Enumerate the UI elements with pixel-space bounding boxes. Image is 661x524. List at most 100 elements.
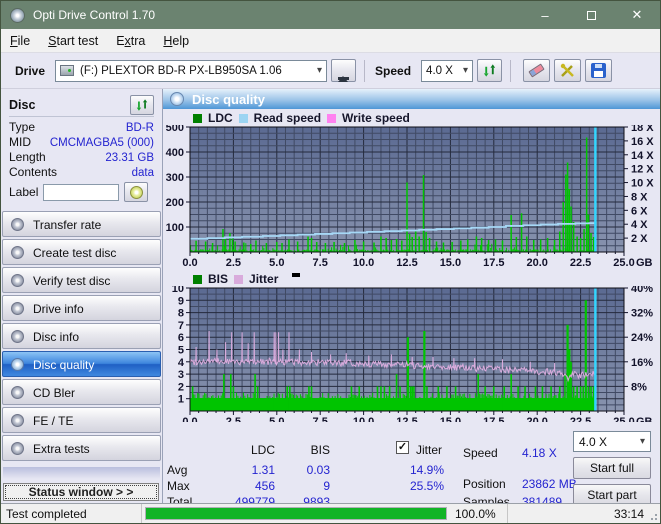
progress-percent: 100.0% <box>450 504 508 523</box>
svg-text:25.0: 25.0 <box>613 257 634 267</box>
legend-mark <box>292 273 301 277</box>
svg-text:12.5: 12.5 <box>396 257 417 267</box>
jitter-avg-value: 14.9% <box>409 463 444 477</box>
drive-select[interactable]: (F:) PLEXTOR BD-R PX-LB950SA 1.06 ▾ <box>55 59 328 82</box>
svg-text:20.0: 20.0 <box>526 257 547 267</box>
test-speed-select[interactable]: 4.0 X ▾ <box>573 431 651 452</box>
bis-max-value: 9 <box>323 479 330 493</box>
svg-text:14 X: 14 X <box>631 150 654 162</box>
svg-text:1: 1 <box>178 394 184 406</box>
svg-text:15.0: 15.0 <box>440 257 461 267</box>
read-speed-legend-label: Read speed <box>253 111 322 125</box>
label-field-caption: Label <box>9 185 39 199</box>
app-window: Opti Drive Control 1.70 – ✕ File Start t… <box>0 0 661 524</box>
svg-text:0.0: 0.0 <box>182 257 197 267</box>
svg-text:3: 3 <box>178 369 184 381</box>
label-input[interactable] <box>43 183 120 201</box>
svg-text:4: 4 <box>178 357 185 369</box>
drive-icon <box>60 65 75 76</box>
panel-title: Disc quality <box>192 91 265 107</box>
sidebar-item-drive-info[interactable]: Drive info <box>2 295 161 321</box>
titlebar: Opti Drive Control 1.70 – ✕ <box>1 1 660 29</box>
bis-avg-value: 0.03 <box>306 463 330 477</box>
test-speed-select-value: 4.0 X <box>579 434 608 449</box>
chevron-down-icon: ▾ <box>317 65 323 76</box>
svg-text:8: 8 <box>178 308 184 320</box>
disc-quality-icon <box>170 92 184 106</box>
jitter-checkbox[interactable]: ✓ <box>396 441 409 454</box>
refresh-disc-button[interactable] <box>130 94 154 115</box>
sidebar-item-extra-tests[interactable]: Extra tests <box>2 435 161 461</box>
sidebar-nav: Transfer rate Create test disc Verify te… <box>1 204 162 479</box>
chevron-down-icon: ▾ <box>639 436 645 447</box>
progress-bar <box>145 507 447 520</box>
erase-disc-button[interactable] <box>523 59 551 82</box>
svg-text:GB: GB <box>636 257 653 267</box>
sidebar-item-cd-bler[interactable]: CD Bler <box>2 379 161 405</box>
write-speed-legend-swatch <box>327 113 337 123</box>
disc-icon <box>11 274 24 287</box>
tools-icon <box>560 63 574 77</box>
toolbar: Drive (F:) PLEXTOR BD-R PX-LB950SA 1.06 … <box>1 53 660 89</box>
speed-select[interactable]: 4.0 X ▾ <box>421 59 474 82</box>
menu-extra[interactable]: Extra <box>107 30 154 52</box>
settings-button[interactable] <box>554 59 582 82</box>
sidebar-item-create-test-disc[interactable]: Create test disc <box>2 239 161 265</box>
stat-row-max-label: Max <box>167 479 190 493</box>
close-button[interactable]: ✕ <box>614 1 660 29</box>
disc-icon <box>11 442 24 455</box>
drive-select-value: (F:) PLEXTOR BD-R PX-LB950SA 1.06 <box>80 64 282 77</box>
resize-grip[interactable] <box>648 511 659 522</box>
svg-text:15.0: 15.0 <box>440 416 461 422</box>
svg-text:24%: 24% <box>631 332 653 344</box>
svg-text:6: 6 <box>178 332 184 344</box>
svg-text:0.0: 0.0 <box>182 416 197 422</box>
write-label-button[interactable] <box>124 182 149 202</box>
sidebar: Disc Type BD-R MID CMCMAGBA5 (000) Length 2… <box>1 89 162 503</box>
statusbar: Test completed 100.0% 33:14 <box>1 503 660 523</box>
sidebar-divider-band <box>3 467 160 479</box>
svg-text:40%: 40% <box>631 286 653 295</box>
svg-text:17.5: 17.5 <box>483 257 504 267</box>
disc-icon <box>129 185 143 199</box>
disc-icon <box>11 386 24 399</box>
disc-icon <box>11 414 24 427</box>
jitter-legend-swatch <box>234 274 244 284</box>
bis-column-header: BIS <box>310 443 330 457</box>
menu-start-test[interactable]: Start test <box>39 30 107 52</box>
svg-text:12 X: 12 X <box>631 164 654 176</box>
refresh-arrows-icon <box>483 64 496 77</box>
disc-icon <box>11 218 24 231</box>
menu-file[interactable]: File <box>1 30 39 52</box>
sidebar-item-disc-info[interactable]: Disc info <box>2 323 161 349</box>
maximize-button[interactable] <box>568 1 614 29</box>
save-button[interactable] <box>585 59 613 82</box>
sidebar-item-transfer-rate[interactable]: Transfer rate <box>2 211 161 237</box>
jitter-checkbox-label: Jitter <box>416 443 443 457</box>
svg-text:12.5: 12.5 <box>396 416 417 422</box>
speed-stat-label: Speed <box>463 446 498 460</box>
status-window-button[interactable]: Status window > > <box>3 483 159 501</box>
start-full-button[interactable]: Start full <box>573 457 651 479</box>
menubar: File Start test Extra Help <box>1 29 660 53</box>
svg-text:4 X: 4 X <box>631 219 648 231</box>
sidebar-item-fe-te[interactable]: FE / TE <box>2 407 161 433</box>
bis-legend-label: BIS <box>208 272 229 286</box>
write-speed-legend-label: Write speed <box>342 111 410 125</box>
menu-help[interactable]: Help <box>154 30 198 52</box>
svg-text:5.0: 5.0 <box>269 257 284 267</box>
toolbar-separator <box>510 59 512 82</box>
bis-legend-swatch <box>193 274 202 284</box>
chevron-down-icon: ▾ <box>463 65 469 76</box>
svg-text:500: 500 <box>166 125 184 134</box>
eject-button[interactable] <box>331 59 357 82</box>
refresh-speed-button[interactable] <box>477 59 503 82</box>
svg-text:100: 100 <box>166 222 184 234</box>
sidebar-item-verify-test-disc[interactable]: Verify test disc <box>2 267 161 293</box>
svg-text:7.5: 7.5 <box>313 257 328 267</box>
svg-text:18 X: 18 X <box>631 125 654 134</box>
chart1-legend: LDC Read speed Write speed <box>193 111 660 125</box>
minimize-button[interactable]: – <box>522 1 568 29</box>
position-stat-label: Position <box>463 477 506 491</box>
sidebar-item-disc-quality[interactable]: Disc quality <box>2 351 161 377</box>
